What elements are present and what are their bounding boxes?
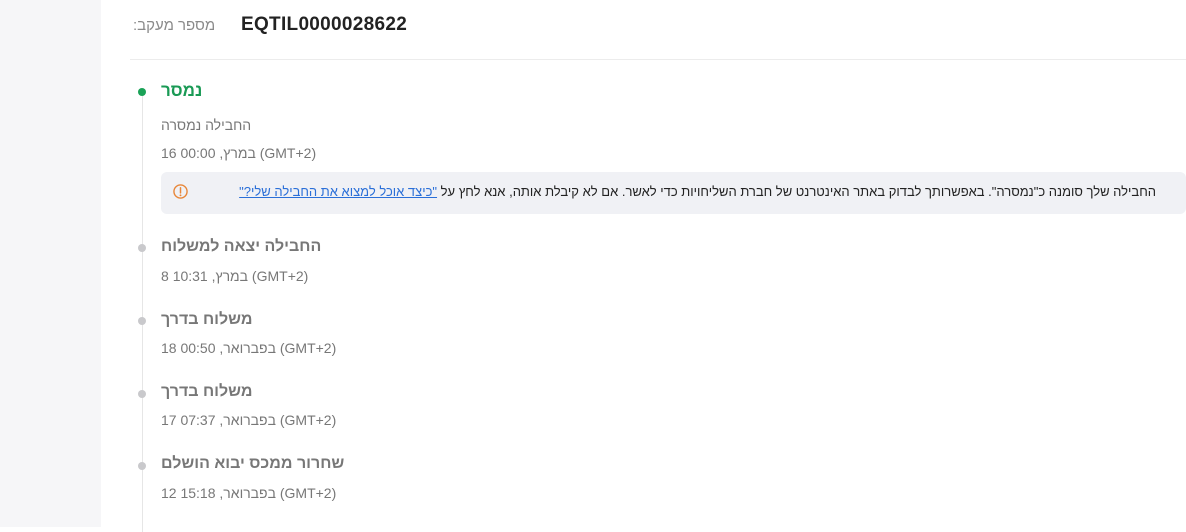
- divider: [130, 59, 1186, 60]
- tracking-label: מספר מעקב:: [133, 17, 216, 34]
- tracking-header: מספר מעקב: EQTIL0000028622: [101, 0, 1186, 60]
- event-title: החבילה יצאה למשלוח: [161, 238, 322, 255]
- delivery-note-text: החבילה שלך סומנה כ"נמסרה". באפשרותך לבדו…: [239, 184, 1156, 199]
- left-gutter: [0, 0, 101, 527]
- note-message: החבילה שלך סומנה כ"נמסרה". באפשרותך לבדו…: [440, 184, 1156, 199]
- timeline-dot: [138, 317, 146, 325]
- timeline-dot-delivered: [138, 88, 146, 96]
- event-date: 12 בפברואר, 15:18 (GMT+2): [161, 485, 337, 501]
- timeline-dot: [138, 462, 146, 470]
- event-subtitle: החבילה נמסרה: [161, 117, 252, 133]
- event-title: משלוח בדרך: [161, 383, 253, 400]
- info-icon: [173, 184, 188, 199]
- tracking-number: EQTIL0000028622: [241, 14, 408, 35]
- event-title-delivered: נמסר: [161, 81, 203, 100]
- find-package-link[interactable]: "כיצד אוכל למצוא את החבילה שלי?": [239, 184, 437, 199]
- event-date: 18 בפברואר, 00:50 (GMT+2): [161, 340, 337, 356]
- event-date: 17 בפברואר, 07:37 (GMT+2): [161, 412, 337, 428]
- event-date: 8 במרץ, 10:31 (GMT+2): [161, 268, 309, 284]
- timeline-dot: [138, 244, 146, 252]
- event-title: משלוח בדרך: [161, 311, 253, 328]
- timeline-dot: [138, 390, 146, 398]
- delivery-note: החבילה שלך סומנה כ"נמסרה". באפשרותך לבדו…: [161, 172, 1186, 214]
- event-date: 16 במרץ, 00:00 (GMT+2): [161, 145, 317, 161]
- event-title: שחרור ממכס יבוא הושלם: [161, 455, 345, 472]
